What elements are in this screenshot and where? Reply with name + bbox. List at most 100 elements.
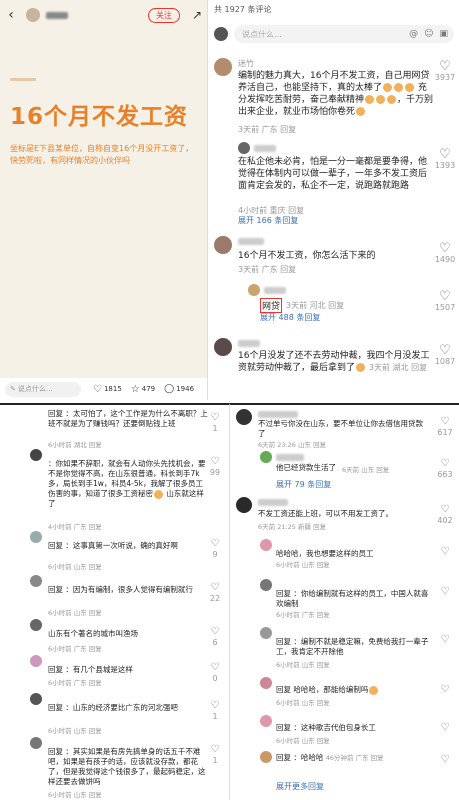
reply-item[interactable]: 回复 ：哈哈哈 46分钟前 广东 回复 ♡ <box>230 751 459 775</box>
comment-author[interactable] <box>238 340 260 347</box>
expand-replies-link[interactable]: 展开 488 条回复 <box>260 312 320 323</box>
reply-item[interactable]: 回复 ：因为有编制，很多人觉得有编制就行 6小时前 山东 回复 ♡ 22 <box>0 575 229 617</box>
like-column[interactable]: ♡ 6 <box>205 625 225 647</box>
reply-item[interactable]: 回复 ：你给编制就有这样的员工，中国人就喜欢编制 6小时前 广东 回复 ♡ <box>230 579 459 619</box>
avatar[interactable] <box>30 531 42 543</box>
comment-author[interactable] <box>258 499 288 506</box>
avatar[interactable] <box>30 693 42 705</box>
reply-item[interactable]: 网贷 3天前 河北 回复 ♡ 1507 展开 488 条回复 <box>208 284 459 324</box>
avatar[interactable] <box>214 338 232 356</box>
comment-input[interactable]: ✎ 说点什么… <box>5 381 81 397</box>
author-name[interactable] <box>46 11 68 19</box>
like-column[interactable]: ♡ 1 <box>205 699 225 721</box>
heart-icon[interactable]: ♡ <box>441 585 450 598</box>
expand-replies-link[interactable]: 展开 166 条回复 <box>238 215 298 226</box>
heart-icon[interactable]: ♡ <box>439 290 451 303</box>
emoji-icon[interactable]: ☺ <box>424 29 433 39</box>
avatar[interactable] <box>260 627 272 639</box>
avatar[interactable] <box>236 497 252 513</box>
avatar[interactable] <box>238 142 250 154</box>
like-column[interactable]: ♡ 1490 <box>435 242 455 264</box>
comment-item[interactable]: 16个月没发了还不去劳动仲裁，我四个月没发工资就劳动仲裁了，最后拿到了 3天前 … <box>208 338 459 378</box>
reply-item[interactable]: 回复 ：其实如果是有房先搞单身的话五千不难吧，如果是有孩子的话，应该就没存款，都… <box>0 737 229 799</box>
reply-item[interactable]: 他已经贷款生活了 6天前 山东 回复 ♡ 663 <box>230 451 459 479</box>
share-icon[interactable]: ↗ <box>192 8 202 22</box>
avatar[interactable] <box>30 619 42 631</box>
heart-icon[interactable]: ♡ <box>441 683 450 696</box>
avatar[interactable] <box>30 575 42 587</box>
avatar[interactable] <box>260 539 272 551</box>
reply-author[interactable] <box>264 287 286 294</box>
heart-icon[interactable]: ♡ <box>439 242 451 255</box>
heart-icon[interactable]: ♡ <box>439 148 451 161</box>
comment-input[interactable]: 说点什么… @ ☺ ▣ <box>234 25 454 43</box>
like-column[interactable]: ♡ 3937 <box>435 60 455 82</box>
avatar[interactable] <box>260 715 272 727</box>
heart-icon[interactable]: ♡ <box>439 344 451 357</box>
avatar[interactable] <box>260 451 272 463</box>
like-column[interactable]: ♡ 99 <box>205 455 225 477</box>
avatar[interactable] <box>30 655 42 667</box>
like-column[interactable]: ♡ <box>435 633 455 646</box>
avatar[interactable] <box>214 236 232 254</box>
heart-icon[interactable]: ♡ <box>211 411 220 424</box>
like-column[interactable]: ♡ 402 <box>435 503 455 525</box>
avatar[interactable] <box>236 409 252 425</box>
reply-item[interactable]: ：你如果不辞职，就会有人动你头先找机会，要不是你觉得不高，在山东很普通，科长到手… <box>0 449 229 533</box>
reply-item[interactable]: 山东有个著名的城市叫渔场 6小时前 广东 回复 ♡ 6 <box>0 619 229 655</box>
like-icon[interactable]: ♡ <box>93 384 102 395</box>
avatar[interactable] <box>248 284 260 296</box>
heart-icon[interactable]: ♡ <box>441 457 450 470</box>
comment-item[interactable]: 16个月不发工资，你怎么活下来的 3天前 广东 回复 ♡ 1490 <box>208 236 459 276</box>
heart-icon[interactable]: ♡ <box>441 415 450 428</box>
like-column[interactable]: ♡ <box>435 753 455 766</box>
heart-icon[interactable]: ♡ <box>441 503 450 516</box>
like-column[interactable]: ♡ 0 <box>205 661 225 683</box>
comment-item[interactable]: 不发工资还能上班，可以不用发工资了。 6天前 21:25 新疆 回复 ♡ 402 <box>230 497 459 535</box>
reply-item[interactable]: 回复 ：这事真第一次听说，确的真好啊 6小时前 山东 回复 ♡ 9 <box>0 531 229 571</box>
reply-author[interactable] <box>254 145 276 152</box>
like-column[interactable]: ♡ 663 <box>435 457 455 479</box>
heart-icon[interactable]: ♡ <box>441 721 450 734</box>
like-column[interactable]: ♡ <box>435 683 455 696</box>
heart-icon[interactable]: ♡ <box>441 545 450 558</box>
reply-item[interactable]: 回复 ：这种歌吉代伯包身长工 6小时前 山东 回复 ♡ <box>230 715 459 745</box>
comment-author[interactable] <box>258 411 298 418</box>
like-column[interactable]: ♡ 1 <box>205 411 225 433</box>
like-column[interactable]: ♡ 1 <box>205 743 225 765</box>
follow-button[interactable]: 关注 <box>147 7 180 23</box>
heart-icon[interactable]: ♡ <box>211 537 220 550</box>
expand-replies-link[interactable]: 展开 79 条回复 <box>276 479 331 490</box>
reply-item[interactable]: 回复 ：山东的经济要比广东的河北强吧 6小时前 山东 回复 ♡ 1 <box>0 693 229 735</box>
heart-icon[interactable]: ♡ <box>439 60 451 73</box>
heart-icon[interactable]: ♡ <box>211 625 220 638</box>
heart-icon[interactable]: ♡ <box>441 633 450 646</box>
avatar[interactable] <box>214 58 232 76</box>
like-column[interactable]: ♡ 617 <box>435 415 455 437</box>
avatar[interactable] <box>260 751 272 763</box>
avatar[interactable] <box>30 737 42 749</box>
comment-author[interactable] <box>238 238 264 245</box>
heart-icon[interactable]: ♡ <box>211 661 220 674</box>
comment-item[interactable]: 不过单亏你没在山东，要不单位让你去借信用贷款了 6天前 23:26 山东 回复 … <box>230 409 459 449</box>
like-column[interactable]: ♡ 22 <box>205 581 225 603</box>
reply-item[interactable]: 回复 ：编制不就是稳定嘛，免费给我打一辈子工，我肯定不开除他 6小时前 山东 回… <box>230 627 459 671</box>
comment-item[interactable]: 迷竹 编制的魅力真大，16个月不发工资，自己用网贷养活自己，也能坚持下，真的太棒… <box>208 58 459 140</box>
image-icon[interactable]: ▣ <box>439 29 448 39</box>
heart-icon[interactable]: ♡ <box>441 753 450 766</box>
back-icon[interactable]: ‹ <box>6 7 16 23</box>
heart-icon[interactable]: ♡ <box>211 455 220 468</box>
heart-icon[interactable]: ♡ <box>211 699 220 712</box>
reply-item[interactable]: 回复 ：太可怕了，这个工作是为什么不离职？上班不就是为了赚钱吗？还要倒贴钱上班 … <box>0 409 229 449</box>
at-icon[interactable]: @ <box>409 29 418 39</box>
heart-icon[interactable]: ♡ <box>211 581 220 594</box>
heart-icon[interactable]: ♡ <box>211 743 220 756</box>
like-column[interactable]: ♡ 1393 <box>435 148 455 170</box>
expand-more-link[interactable]: 展开更多回复 <box>276 781 324 792</box>
avatar[interactable] <box>260 677 272 689</box>
like-column[interactable]: ♡ <box>435 721 455 734</box>
comment-icon[interactable]: ◯ <box>164 384 174 394</box>
like-column[interactable]: ♡ 9 <box>205 537 225 559</box>
reply-item[interactable]: 在私企他未必肯，怕是一分一毫都是要争得，他觉得在体制内可以做一辈子，一年多不发工… <box>208 142 459 225</box>
reply-item[interactable]: 哈哈哈，我也想要这样的员工 6小时前 山东 回复 ♡ <box>230 539 459 569</box>
